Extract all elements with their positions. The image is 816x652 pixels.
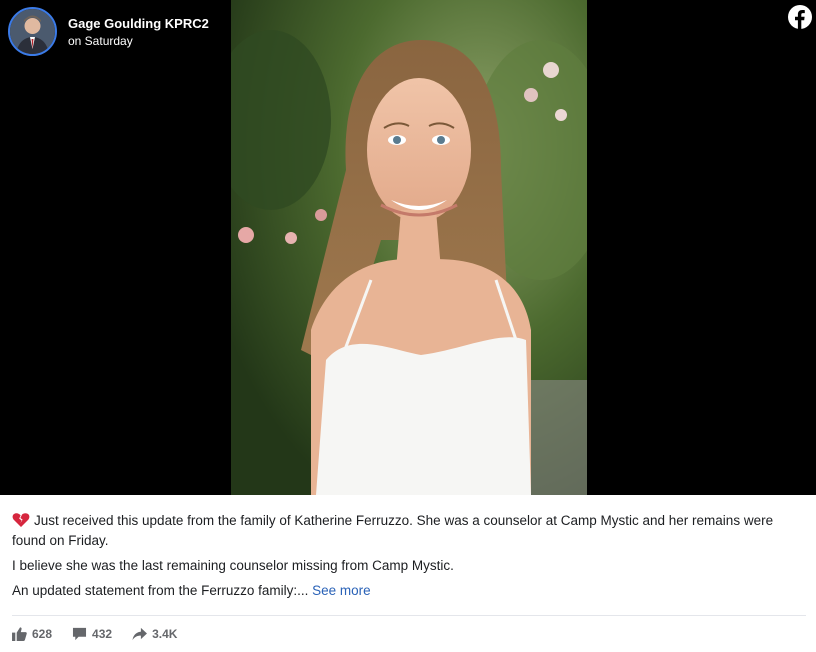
- likes-count: 628: [32, 627, 53, 641]
- likes-stat[interactable]: 628: [12, 627, 52, 641]
- caption-line-1: Just received this update from the famil…: [12, 511, 810, 551]
- caption-text-1: Just received this update from the famil…: [12, 513, 774, 548]
- facebook-icon[interactable]: [788, 5, 812, 29]
- comments-stat[interactable]: 432: [72, 627, 112, 641]
- engagement-stats: 628 432 3.4K: [12, 627, 197, 641]
- divider: [12, 615, 806, 616]
- post-media[interactable]: Gage Goulding KPRC2 on Saturday: [0, 0, 816, 495]
- shares-stat[interactable]: 3.4K: [132, 627, 177, 641]
- post-header: Gage Goulding KPRC2 on Saturday: [8, 7, 209, 56]
- broken-heart-icon: [12, 513, 30, 527]
- person-avatar-icon: [10, 9, 55, 54]
- share-arrow-icon: [132, 627, 148, 641]
- author-name[interactable]: Gage Goulding KPRC2: [68, 15, 209, 32]
- portrait-photo: [231, 0, 587, 495]
- caption-line-2: I believe she was the last remaining cou…: [12, 558, 454, 573]
- comment-icon: [72, 627, 87, 641]
- caption-line-3: An updated statement from the Ferruzzo f…: [12, 581, 810, 601]
- thumbs-up-icon: [12, 627, 27, 641]
- caption-text-3: An updated statement from the Ferruzzo f…: [12, 583, 309, 598]
- comments-count: 432: [92, 627, 113, 641]
- post-caption: Just received this update from the famil…: [12, 511, 810, 606]
- shares-count: 3.4K: [152, 627, 178, 641]
- post-timestamp[interactable]: on Saturday: [68, 33, 209, 49]
- see-more-link[interactable]: See more: [312, 583, 371, 598]
- author-avatar[interactable]: [8, 7, 57, 56]
- post-photo[interactable]: [231, 0, 587, 495]
